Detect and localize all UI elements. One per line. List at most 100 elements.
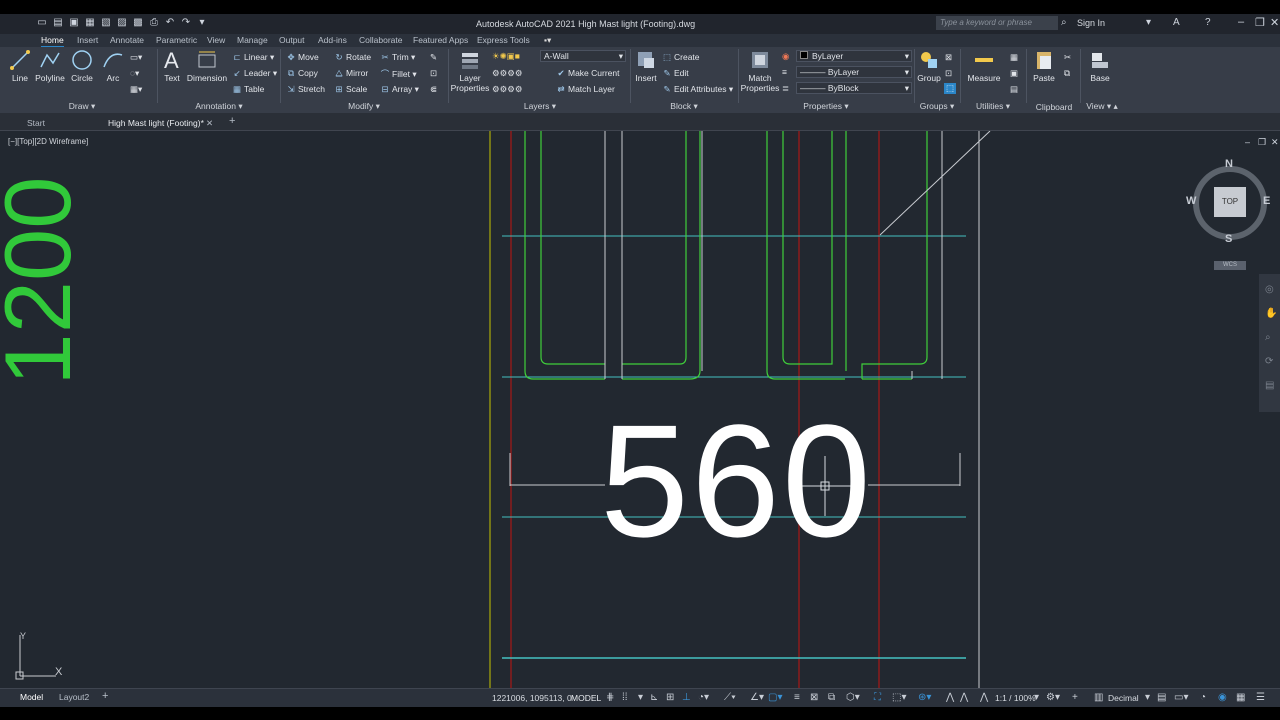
compass-south[interactable]: S xyxy=(1225,233,1232,245)
tab-add-ins[interactable]: Add-ins xyxy=(318,35,347,45)
utilities-panel-title[interactable]: Utilities ▾ xyxy=(962,101,1024,112)
array-button[interactable]: ⊟ Array ▾ xyxy=(380,84,419,95)
help-icon[interactable]: ? xyxy=(1205,17,1211,28)
utility-calc-icon[interactable]: ▦ xyxy=(1010,52,1018,63)
cart-icon[interactable]: ▾ xyxy=(1146,17,1151,28)
group-edit-icon[interactable]: ⊡ xyxy=(945,68,952,79)
new-tab-icon[interactable]: + xyxy=(229,115,235,127)
table-button[interactable]: ▦ Table xyxy=(232,84,264,95)
drawing-viewport[interactable]: 1200 Y X 560 [−][Top][2D Wireframe] – ❐ … xyxy=(0,131,1280,688)
gizmo-icon[interactable]: ⊛▾ xyxy=(918,692,931,703)
redo-icon[interactable]: ↷ xyxy=(180,17,192,29)
tab-manage[interactable]: Manage xyxy=(237,35,268,45)
workspace-gear-icon[interactable]: ⚙▾ xyxy=(1046,692,1060,703)
match-properties-button[interactable]: Match Properties xyxy=(740,49,780,93)
object-snap-tracking-icon[interactable]: ∠▾ xyxy=(750,692,764,703)
object-snap-icon[interactable]: ▢▾ xyxy=(768,692,782,703)
3d-object-snap-icon[interactable]: ⬡▾ xyxy=(846,692,860,703)
snap-dropdown-icon[interactable]: ▾ xyxy=(638,692,643,703)
tab-featured-apps[interactable]: Featured Apps xyxy=(413,35,468,45)
copy-button[interactable]: ⧉ Copy xyxy=(286,68,318,79)
modify-panel-title[interactable]: Modify ▾ xyxy=(282,101,446,112)
color-dropdown[interactable]: ByLayer ▾ xyxy=(796,50,912,62)
draw-more-icon[interactable]: ▦▾ xyxy=(130,84,142,95)
units-icon[interactable]: ▥ xyxy=(1094,692,1103,703)
infer-constraints-icon[interactable]: ⊾ xyxy=(650,692,658,703)
layer-properties-button[interactable]: Layer Properties xyxy=(450,49,490,93)
compass-east[interactable]: E xyxy=(1263,195,1270,207)
wcs-menu[interactable]: WCS xyxy=(1214,261,1246,270)
customization-icon[interactable]: ☰ xyxy=(1256,692,1265,703)
lineweight-dropdown[interactable]: ——— ByBlock ▾ xyxy=(796,82,912,94)
cut-icon[interactable]: ✂ xyxy=(1064,52,1071,63)
annotation-monitor-icon[interactable]: + xyxy=(1072,692,1078,703)
scale-dropdown-icon[interactable]: ▾ xyxy=(1034,692,1039,703)
layer-dropdown[interactable]: A-Wall ▾ xyxy=(540,50,626,62)
groups-panel-title[interactable]: Groups ▾ xyxy=(915,101,959,112)
group-select-icon[interactable]: ⬚ xyxy=(944,83,957,94)
isolate-objects-icon[interactable]: ◔ xyxy=(1200,692,1206,703)
auto-scale-icon[interactable]: ⋀ xyxy=(960,692,968,703)
doc-tab-close-icon[interactable]: ✕ xyxy=(206,118,213,129)
orbit-icon[interactable]: ⟳ xyxy=(1265,356,1273,367)
annotation-scale-value[interactable]: 1:1 / 100% xyxy=(995,693,1036,703)
dimension-value-text[interactable]: 560 xyxy=(600,401,873,561)
sign-in-button[interactable]: Sign In xyxy=(1077,18,1105,28)
leader-button[interactable]: ↙ Leader ▾ xyxy=(232,68,277,79)
quick-properties-icon[interactable]: ▤ xyxy=(1157,692,1166,703)
search-icon[interactable]: ⌕ xyxy=(1061,17,1067,28)
zoom-extents-icon[interactable]: ⌕ xyxy=(1265,332,1271,343)
close-icon[interactable]: ✕ xyxy=(1270,16,1279,29)
view-panel-title[interactable]: View ▾ ▴ xyxy=(1082,101,1122,112)
app-menu-icon[interactable]: ▭ xyxy=(36,17,48,29)
layer-tools-row2[interactable]: ⚙⚙⚙⚙ xyxy=(492,84,522,95)
restore-icon[interactable]: ❐ xyxy=(1255,16,1265,29)
tab-collaborate[interactable]: Collaborate xyxy=(359,35,402,45)
measure-button[interactable]: Measure xyxy=(964,49,1004,83)
tab-express-tools[interactable]: Express Tools xyxy=(477,35,530,45)
match-layer-button[interactable]: ⇄ Match Layer xyxy=(556,84,614,95)
scale-button[interactable]: ⊞ Scale xyxy=(334,84,367,95)
rotate-button[interactable]: ↻ Rotate xyxy=(334,52,371,63)
compass-north[interactable]: N xyxy=(1225,158,1233,170)
polar-tracking-icon[interactable]: ◔▾ xyxy=(698,692,709,703)
stretch-button[interactable]: ⇲ Stretch xyxy=(286,84,325,95)
move-button[interactable]: ✥ Move xyxy=(286,52,318,63)
hardware-acceleration-icon[interactable]: ◉ xyxy=(1218,692,1227,703)
dynamic-ucs-icon[interactable]: ⛶ xyxy=(874,692,881,703)
rectangle-icon[interactable]: ▭▾ xyxy=(130,52,142,63)
qat-dropdown-icon[interactable]: ▾ xyxy=(196,17,208,29)
tab-layout2[interactable]: Layout2 xyxy=(59,692,89,702)
compass-west[interactable]: W xyxy=(1186,195,1196,207)
edit-block-button[interactable]: ✎ Edit xyxy=(662,68,688,79)
layers-panel-title[interactable]: Layers ▾ xyxy=(450,101,630,112)
dimension-button[interactable]: Dimension xyxy=(186,49,228,83)
fillet-button[interactable]: ⌒ Fillet ▾ xyxy=(380,68,417,80)
layer-state-icons[interactable]: ☀✺▣■ xyxy=(492,51,520,62)
open-icon[interactable]: ▤ xyxy=(52,17,64,29)
undo-icon[interactable]: ↶ xyxy=(164,17,176,29)
web-open-icon[interactable]: ▧ xyxy=(100,17,112,29)
mirror-button[interactable]: ⧋ Mirror xyxy=(334,68,368,79)
units-dropdown-icon[interactable]: ▾ xyxy=(1145,692,1150,703)
ungroup-icon[interactable]: ⊠ xyxy=(945,52,952,63)
paste-button[interactable]: Paste xyxy=(1024,49,1064,83)
web-save-icon[interactable]: ▨ xyxy=(116,17,128,29)
erase-icon[interactable]: ✎ xyxy=(430,52,437,63)
showmotion-icon[interactable]: ▤ xyxy=(1265,380,1274,391)
viewport-close-icon[interactable]: ✕ xyxy=(1271,137,1279,148)
annotation-panel-title[interactable]: Annotation ▾ xyxy=(158,101,280,112)
linear-button[interactable]: ⊏ Linear ▾ xyxy=(232,52,274,63)
full-navigation-wheel-icon[interactable]: ◎ xyxy=(1265,284,1274,295)
trim-button[interactable]: ✂ Trim ▾ xyxy=(380,52,415,63)
lineweight-toggle-icon[interactable]: ≡ xyxy=(794,692,800,703)
annotation-scale-icon[interactable]: ⋀ xyxy=(980,692,988,703)
annotation-visibility-icon[interactable]: ⋀ xyxy=(946,692,954,703)
clipboard-panel-title[interactable]: Clipboard xyxy=(1028,102,1080,112)
minimize-icon[interactable]: – xyxy=(1238,16,1244,28)
viewport-restore-icon[interactable]: ❐ xyxy=(1258,137,1266,148)
ortho-icon[interactable]: ⊥ xyxy=(682,692,691,703)
pan-icon[interactable]: ✋ xyxy=(1265,308,1277,319)
edit-attributes-button[interactable]: ✎ Edit Attributes ▾ xyxy=(662,84,733,95)
draw-panel-title[interactable]: Draw ▾ xyxy=(0,101,164,112)
